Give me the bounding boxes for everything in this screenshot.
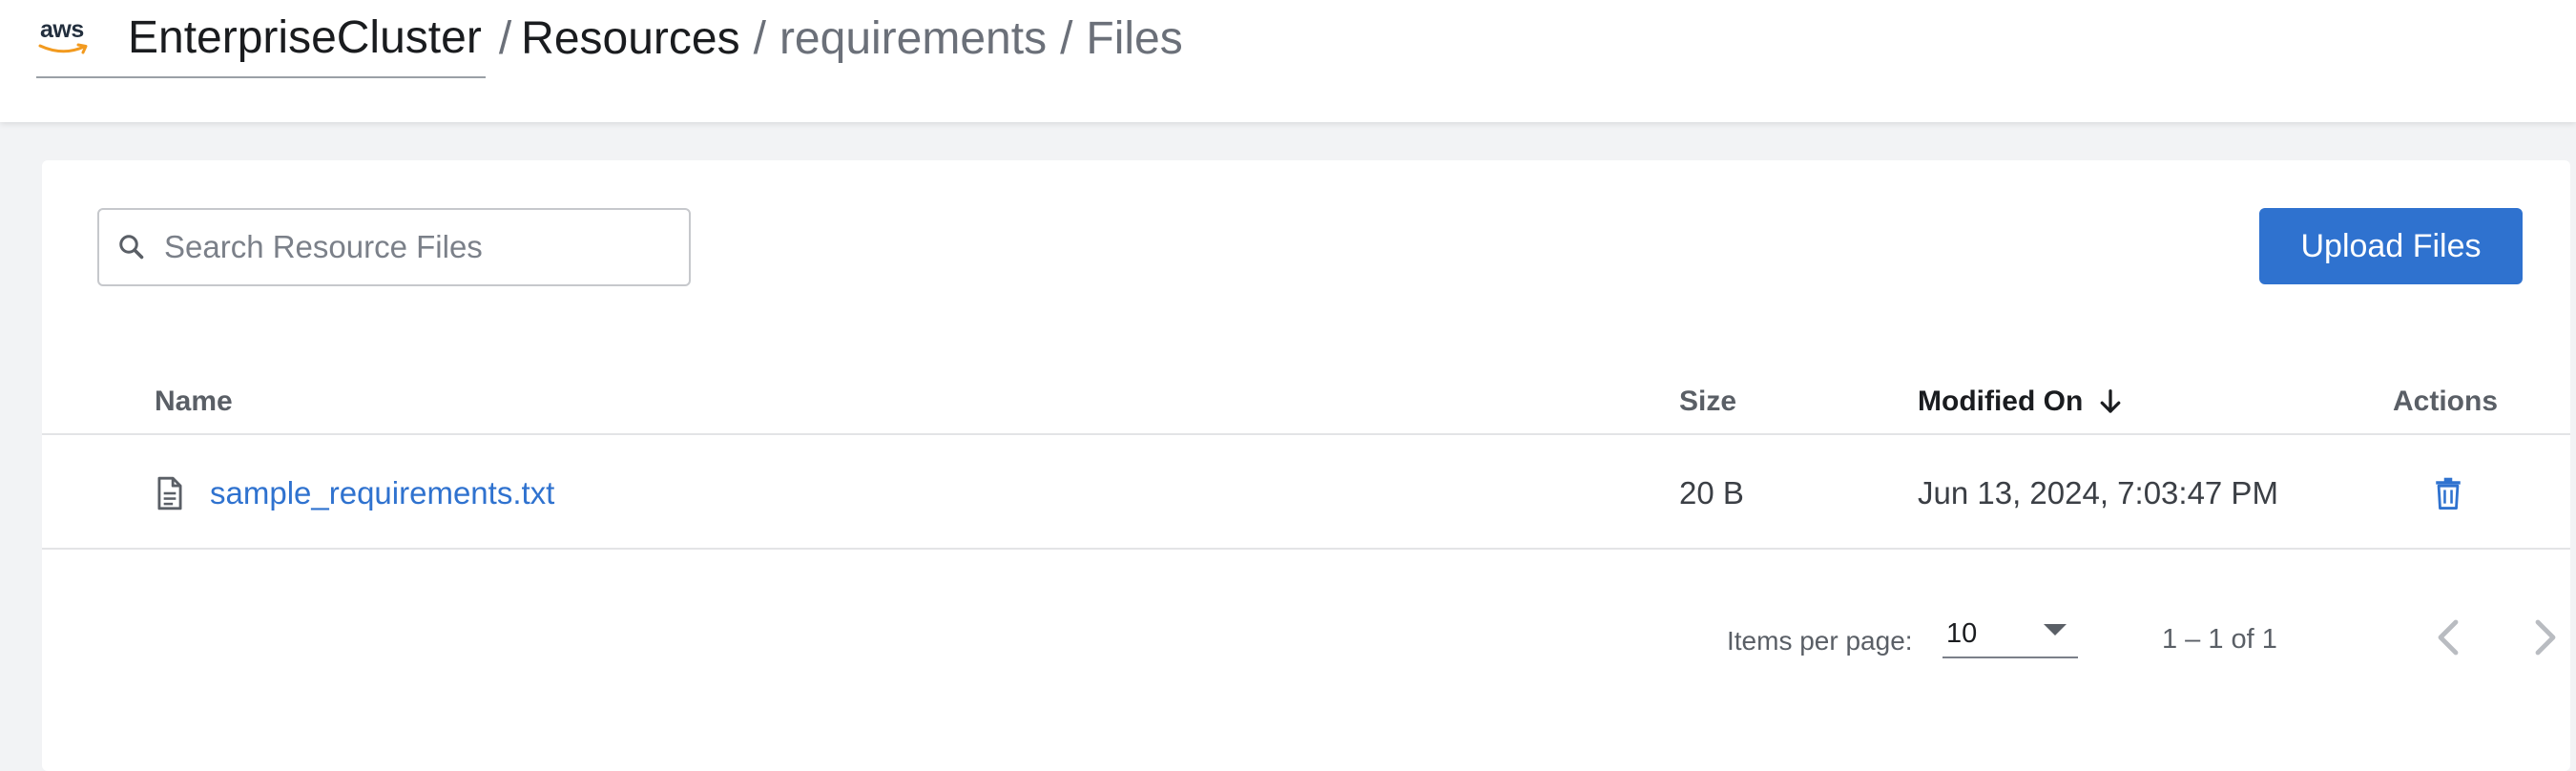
file-name-cell: sample_requirements.txt bbox=[155, 437, 554, 550]
search-field[interactable] bbox=[97, 208, 691, 286]
breadcrumb-files: Files bbox=[1086, 13, 1183, 64]
file-size-cell: 20 B bbox=[1679, 475, 1744, 511]
dropdown-arrow-icon bbox=[2044, 624, 2067, 636]
table-row: sample_requirements.txt 20 B Jun 13, 202… bbox=[42, 437, 2570, 550]
chevron-left-icon bbox=[2438, 619, 2459, 656]
trash-icon bbox=[2436, 477, 2461, 510]
upload-files-button[interactable]: Upload Files bbox=[2259, 208, 2523, 284]
breadcrumb-separator: / bbox=[753, 13, 766, 64]
top-header: aws EnterpriseCluster / Resources / requ… bbox=[0, 0, 2576, 122]
items-per-page-select[interactable]: 10 bbox=[1942, 601, 2078, 658]
files-card: Upload Files Name Size Modified On Actio… bbox=[42, 160, 2570, 771]
cluster-selector[interactable]: aws EnterpriseCluster bbox=[36, 0, 486, 78]
items-per-page-label: Items per page: bbox=[1727, 626, 1913, 656]
document-icon bbox=[157, 476, 182, 511]
chevron-right-icon bbox=[2535, 619, 2556, 656]
search-input[interactable] bbox=[162, 228, 658, 266]
file-name-link[interactable]: sample_requirements.txt bbox=[210, 475, 554, 511]
breadcrumb-separator: / bbox=[1060, 13, 1073, 64]
file-modified-cell: Jun 13, 2024, 7:03:47 PM bbox=[1918, 475, 2278, 511]
column-header-name[interactable]: Name bbox=[155, 368, 233, 435]
column-header-size[interactable]: Size bbox=[1679, 368, 1736, 435]
arrow-down-icon bbox=[2100, 389, 2121, 413]
table-header: Name Size Modified On Actions bbox=[42, 368, 2570, 435]
breadcrumb-requirements[interactable]: requirements bbox=[779, 16, 1047, 62]
next-page-button[interactable] bbox=[2524, 615, 2566, 660]
breadcrumb-resources[interactable]: Resources bbox=[521, 16, 739, 62]
paginator: Items per page: 10 1 – 1 of 1 bbox=[42, 550, 2570, 702]
file-actions-cell bbox=[2429, 437, 2467, 550]
previous-page-button[interactable] bbox=[2427, 615, 2469, 660]
items-per-page-value: 10 bbox=[1946, 618, 1978, 649]
breadcrumb-separator: / bbox=[498, 13, 512, 64]
column-header-modified[interactable]: Modified On bbox=[1918, 368, 2125, 435]
aws-logo: aws bbox=[36, 16, 93, 60]
aws-smile-icon bbox=[38, 43, 88, 54]
breadcrumb-cluster: EnterpriseCluster bbox=[128, 12, 482, 63]
page-range-label: 1 – 1 of 1 bbox=[2162, 624, 2277, 655]
breadcrumb: aws EnterpriseCluster / Resources / requ… bbox=[36, 0, 1183, 78]
delete-file-button[interactable] bbox=[2429, 472, 2467, 514]
search-icon bbox=[119, 235, 144, 260]
column-header-actions: Actions bbox=[2393, 386, 2499, 417]
